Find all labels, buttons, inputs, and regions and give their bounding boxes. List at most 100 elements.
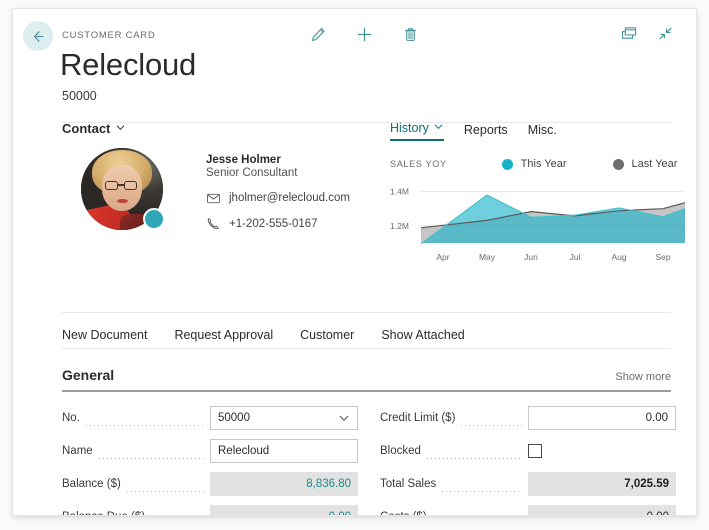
form-row-credit-limit: Credit Limit ($) 0.00 [380,405,676,431]
general-section-header: General Show more [62,367,671,383]
name-field-value: Relecloud [218,445,270,457]
leader-dots [426,458,522,459]
costs-field-value: 0.00 [647,511,669,515]
card-header: CUSTOMER CARD Relecloud 50000 [13,9,696,111]
blocked-checkbox[interactable] [528,444,542,458]
action-bar: New Document Request Approval Customer S… [62,319,671,351]
general-underline [62,390,671,392]
show-more-link[interactable]: Show more [615,371,671,383]
blocked-checkbox-wrap [528,439,676,463]
breadcrumb: CUSTOMER CARD [62,30,156,41]
phone-icon [206,217,220,230]
contact-section: Contact Jesse Holmer Senior Consultant j… [62,121,372,230]
edit-button[interactable] [308,27,328,47]
legend-item-this-year[interactable]: This Year [501,158,567,170]
sales-yoy-chart[interactable]: 1.4M 1.2M Apr May Jun Jul Aug Sep [390,177,685,267]
arrow-left-icon [31,29,46,44]
action-request-approval[interactable]: Request Approval [174,319,273,351]
area-this-year [421,195,685,244]
chart-svg: 1.4M 1.2M Apr May Jun Jul Aug Sep [390,187,685,262]
history-panel: History Reports Misc. SALES YOY This Yea… [390,121,685,267]
open-in-new-window-icon [621,26,638,46]
legend-swatch-this-year [501,158,513,170]
form-row-costs: Costs ($) 0.00 [380,504,676,515]
mail-icon [206,193,220,204]
total-sales-field-value: 7,025.59 [624,478,669,490]
chevron-down-icon[interactable] [338,412,350,424]
name-field[interactable]: Relecloud [210,439,358,463]
form-row-total-sales: Total Sales 7,025.59 [380,471,676,497]
form-row-balance-due: Balance Due ($) 0.00 [62,504,358,515]
label-balance-due: Balance Due ($) [62,511,145,515]
contact-email[interactable]: jholmer@relecloud.com [229,192,350,204]
no-field[interactable]: 50000 [210,406,358,430]
credit-limit-field[interactable]: 0.00 [528,406,676,430]
action-bar-divider [62,348,671,349]
costs-field[interactable]: 0.00 [528,505,676,515]
general-title: General [62,367,115,383]
collapse-icon [658,26,673,46]
legend-swatch-last-year [612,158,624,170]
legend-label-last-year: Last Year [631,158,678,170]
leader-dots [98,458,204,459]
chart-legend: This Year Last Year [501,158,678,170]
contact-avatar[interactable] [81,148,165,230]
x-tick-label: May [479,252,496,262]
chart-section-divider [62,312,671,313]
ytick-label-lower: 1.2M [390,221,409,231]
delete-button[interactable] [400,27,420,47]
page-title: Relecloud [60,47,197,82]
form-row-blocked: Blocked [380,438,676,464]
action-customer[interactable]: Customer [300,319,354,351]
tab-history-label: History [390,121,429,135]
open-in-new-window-button[interactable] [620,27,638,45]
x-tick-label: Jun [524,252,538,262]
x-tick-label: Sep [655,252,670,262]
tab-history[interactable]: History [390,121,444,141]
legend-item-last-year[interactable]: Last Year [612,158,678,170]
action-new-document[interactable]: New Document [62,319,147,351]
form-row-name: Name Relecloud [62,438,358,464]
page-background: CUSTOMER CARD Relecloud 50000 Contact Je… [0,0,709,530]
general-form: No. 50000 Name Relecloud Balance ($) 8,8… [62,405,677,515]
label-blocked: Blocked [380,445,421,457]
customer-card: CUSTOMER CARD Relecloud 50000 Contact Je… [12,8,697,516]
collapse-button[interactable] [656,27,674,45]
back-button[interactable] [23,21,53,51]
edit-icon [310,26,327,48]
contact-phone[interactable]: +1-202-555-0167 [229,218,318,230]
delete-icon [402,26,419,48]
panel-tabs: History Reports Misc. [390,121,685,141]
customer-number: 50000 [62,89,97,103]
tab-reports[interactable]: Reports [464,123,508,141]
label-total-sales: Total Sales [380,478,437,490]
ytick-label-upper: 1.4M [390,187,409,197]
header-window-controls [620,27,674,45]
presence-badge [143,208,165,230]
form-column-left: No. 50000 Name Relecloud Balance ($) 8,8… [62,405,358,515]
label-no: No. [62,412,80,424]
form-row-no: No. 50000 [62,405,358,431]
legend-label-this-year: This Year [520,158,567,170]
leader-dots [442,491,522,492]
contact-section-label: Contact [62,121,111,136]
balance-field-value: 8,836.80 [306,478,351,490]
label-name: Name [62,445,93,457]
total-sales-field[interactable]: 7,025.59 [528,472,676,496]
leader-dots [85,425,204,426]
tab-reports-label: Reports [463,123,508,137]
balance-due-field[interactable]: 0.00 [210,505,358,515]
x-tick-label: Aug [611,252,626,262]
label-costs: Costs ($) [380,511,427,515]
add-icon [355,25,374,49]
leader-dots [461,425,522,426]
action-show-attached[interactable]: Show Attached [381,319,464,351]
new-button[interactable] [354,27,374,47]
credit-limit-field-value: 0.00 [645,412,668,424]
form-column-right: Credit Limit ($) 0.00 Blocked Total Sale… [380,405,676,515]
tab-misc[interactable]: Misc. [528,123,557,141]
balance-field[interactable]: 8,836.80 [210,472,358,496]
x-tick-label: Apr [436,252,449,262]
contact-section-toggle[interactable]: Contact [62,121,372,136]
x-axis-tick-labels: Apr May Jun Jul Aug Sep [436,252,670,262]
